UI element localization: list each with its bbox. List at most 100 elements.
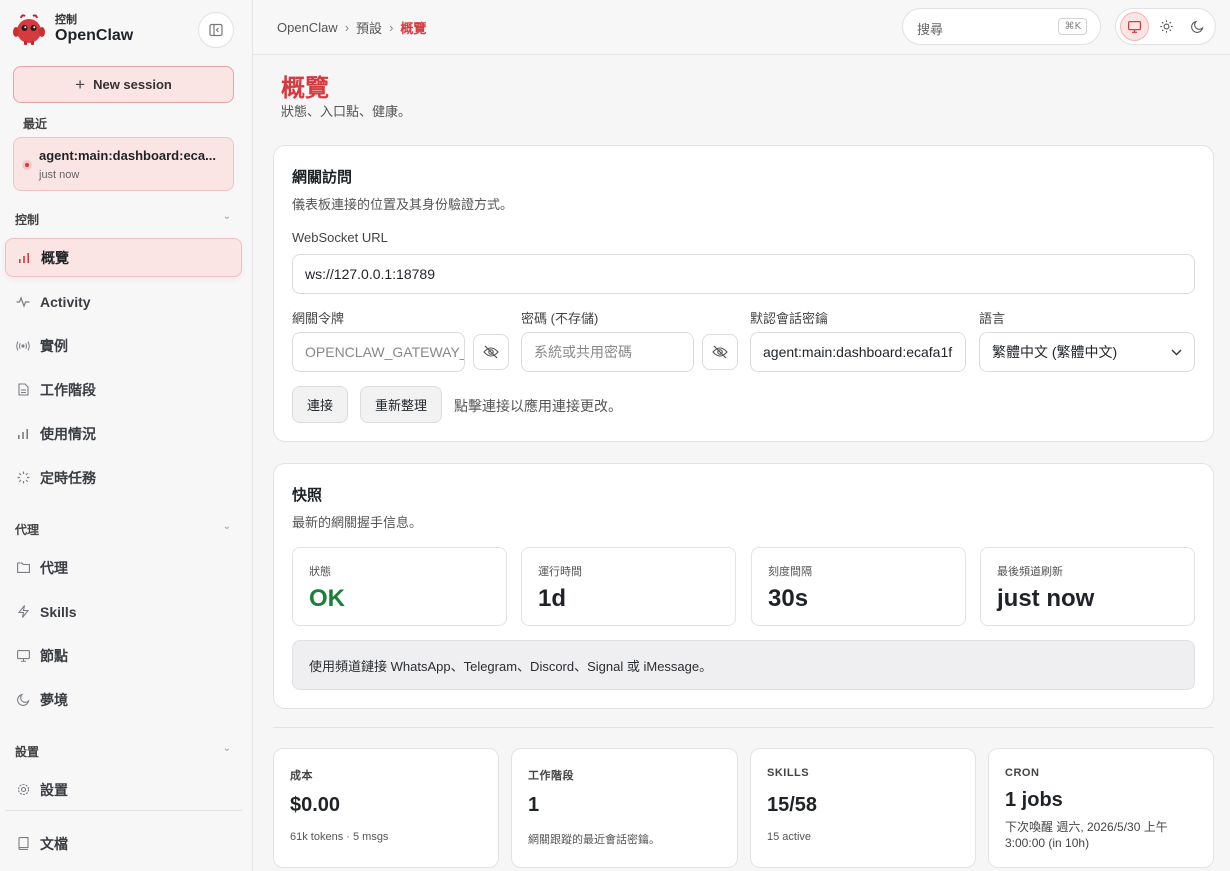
- bar-chart-icon: [16, 427, 30, 441]
- active-dot-icon: [22, 160, 32, 170]
- session-key-input[interactable]: agent:main:dashboard:ecafa1f: [750, 332, 966, 372]
- chevron-down-icon: ⌄: [222, 521, 231, 532]
- summary-card-cron[interactable]: CRON 1 jobs 下次喚醒 週六, 2026/5/30 上午 3:00:0…: [988, 748, 1214, 868]
- plus-icon: +: [75, 74, 86, 94]
- toggle-token-visibility-button[interactable]: [473, 334, 509, 370]
- loader-icon: [16, 471, 30, 485]
- stat-label: 狀態: [309, 566, 331, 578]
- moon-icon: [16, 693, 30, 707]
- section-control[interactable]: 控制 ⌄: [15, 211, 233, 228]
- toggle-password-visibility-button[interactable]: [702, 334, 738, 370]
- recent-session-title: agent:main:dashboard:eca...: [39, 148, 216, 163]
- theme-system-button[interactable]: [1120, 12, 1149, 41]
- recent-session-time: just now: [39, 169, 80, 181]
- gateway-access-card: 網關訪問 儀表板連接的位置及其身份驗證方式。 WebSocket URL ws:…: [273, 145, 1214, 442]
- gateway-token-input[interactable]: OPENCLAW_GATEWAY_TOKEN: [292, 332, 465, 372]
- sidebar-item-usage[interactable]: 使用情況: [5, 414, 242, 453]
- summary-value: $0.00: [290, 794, 341, 816]
- stat-label: 刻度間隔: [768, 566, 812, 578]
- password-label: 密碼 (不存儲): [521, 311, 599, 326]
- sidebar-item-label: 概覽: [41, 249, 69, 266]
- section-settings-label: 設置: [15, 745, 40, 759]
- recent-session-item[interactable]: agent:main:dashboard:eca... just now: [13, 137, 234, 191]
- sidebar-item-label: 代理: [40, 559, 68, 576]
- sidebar-divider: [5, 810, 242, 811]
- connect-button[interactable]: 連接: [292, 386, 349, 423]
- activity-icon: [16, 295, 30, 309]
- theme-dark-button[interactable]: [1183, 12, 1212, 41]
- refresh-button[interactable]: 重新整理: [360, 386, 443, 423]
- summary-foot: 網關跟蹤的最近會話密鑰。: [528, 834, 660, 846]
- breadcrumb-root[interactable]: OpenClaw: [277, 20, 338, 35]
- breadcrumb-profile[interactable]: 預設: [356, 18, 382, 37]
- sidebar-item-docs[interactable]: 文檔: [5, 824, 242, 863]
- section-agents[interactable]: 代理 ⌄: [15, 521, 233, 538]
- section-control-label: 控制: [15, 213, 40, 227]
- stat-uptime: 運行時間 1d: [521, 547, 736, 626]
- summary-card-sessions[interactable]: 工作階段 1 網關跟蹤的最近會話密鑰。: [511, 748, 738, 868]
- bar-chart-icon: [17, 251, 31, 265]
- summary-value: 1: [528, 794, 540, 816]
- sidebar-item-activity[interactable]: Activity: [5, 282, 242, 321]
- sidebar-item-cron[interactable]: 定時任務: [5, 458, 242, 497]
- sidebar-item-overview[interactable]: 概覽: [5, 238, 242, 277]
- section-divider: [273, 727, 1214, 728]
- sidebar-item-label: 節點: [40, 647, 68, 664]
- language-label: 語言: [979, 311, 1006, 326]
- breadcrumb-current: 概覽: [400, 21, 427, 36]
- sidebar-item-dreams[interactable]: 夢境: [5, 680, 242, 719]
- card-title: 網關訪問: [292, 169, 353, 186]
- password-input[interactable]: 系統或共用密碼: [521, 332, 694, 372]
- topbar: OpenClaw › 預設 › 概覽 搜尋 ⌘K: [253, 0, 1230, 55]
- sidebar-item-label: 夢境: [40, 691, 68, 708]
- new-session-button[interactable]: + New session: [13, 66, 234, 103]
- summary-card-cost[interactable]: 成本 $0.00 61k tokens · 5 msgs: [273, 748, 499, 868]
- language-select[interactable]: 繁體中文 (繁體中文): [979, 332, 1195, 372]
- stat-label: 運行時間: [538, 566, 582, 578]
- summary-value: 15/58: [767, 794, 818, 816]
- stat-value: 30s: [768, 585, 809, 612]
- chevron-down-icon: ⌄: [222, 211, 231, 222]
- sidebar-item-instances[interactable]: 實例: [5, 326, 242, 365]
- summary-label: CRON: [1005, 767, 1040, 779]
- sidebar-item-sessions[interactable]: 工作階段: [5, 370, 242, 409]
- sidebar-item-label: 設置: [40, 781, 68, 798]
- brand: 控制 OpenClaw: [12, 12, 133, 46]
- card-title: 快照: [292, 487, 323, 504]
- gateway-token-label: 網關令牌: [292, 311, 345, 326]
- section-agents-label: 代理: [15, 523, 40, 537]
- summary-foot: 15 active: [767, 831, 812, 843]
- openclaw-logo-icon: [12, 12, 46, 46]
- eye-off-icon: [712, 345, 728, 359]
- sidebar-item-settings[interactable]: 設置: [5, 770, 242, 809]
- stat-label: 最後頻道刷新: [997, 566, 1063, 578]
- card-subtitle: 最新的網關握手信息。: [292, 515, 423, 530]
- theme-light-button[interactable]: [1152, 12, 1181, 41]
- sun-icon: [1159, 20, 1173, 33]
- recent-label: 最近: [23, 117, 48, 131]
- brand-subtitle: 控制: [55, 14, 77, 26]
- monitor-icon: [16, 649, 30, 663]
- sidebar-item-nodes[interactable]: 節點: [5, 636, 242, 675]
- sidebar-item-label: Activity: [40, 293, 91, 310]
- section-settings[interactable]: 設置 ⌄: [15, 743, 233, 760]
- summary-label: 成本: [290, 770, 313, 782]
- summary-foot: 61k tokens · 5 msgs: [290, 831, 389, 843]
- radio-icon: [16, 339, 30, 353]
- websocket-url-input[interactable]: ws://127.0.0.1:18789: [292, 254, 1195, 294]
- summary-card-skills[interactable]: SKILLS 15/58 15 active: [750, 748, 976, 868]
- collapse-sidebar-button[interactable]: [198, 12, 234, 48]
- stat-value: 1d: [538, 585, 567, 612]
- breadcrumb-separator: ›: [389, 20, 394, 35]
- sidebar-item-skills[interactable]: Skills: [5, 592, 242, 631]
- stat-tick-interval: 刻度間隔 30s: [751, 547, 966, 626]
- search-shortcut: ⌘K: [1058, 18, 1087, 35]
- sidebar-item-agents[interactable]: 代理: [5, 548, 242, 587]
- stat-value: just now: [997, 585, 1095, 612]
- search-input[interactable]: 搜尋 ⌘K: [902, 8, 1101, 45]
- moon-icon: [1191, 20, 1204, 33]
- page-title: 概覽: [281, 75, 329, 102]
- stat-last-channel-refresh: 最後頻道刷新 just now: [980, 547, 1195, 626]
- sidebar-item-label: 使用情況: [40, 425, 96, 442]
- sidebar-item-label: 定時任務: [40, 469, 96, 486]
